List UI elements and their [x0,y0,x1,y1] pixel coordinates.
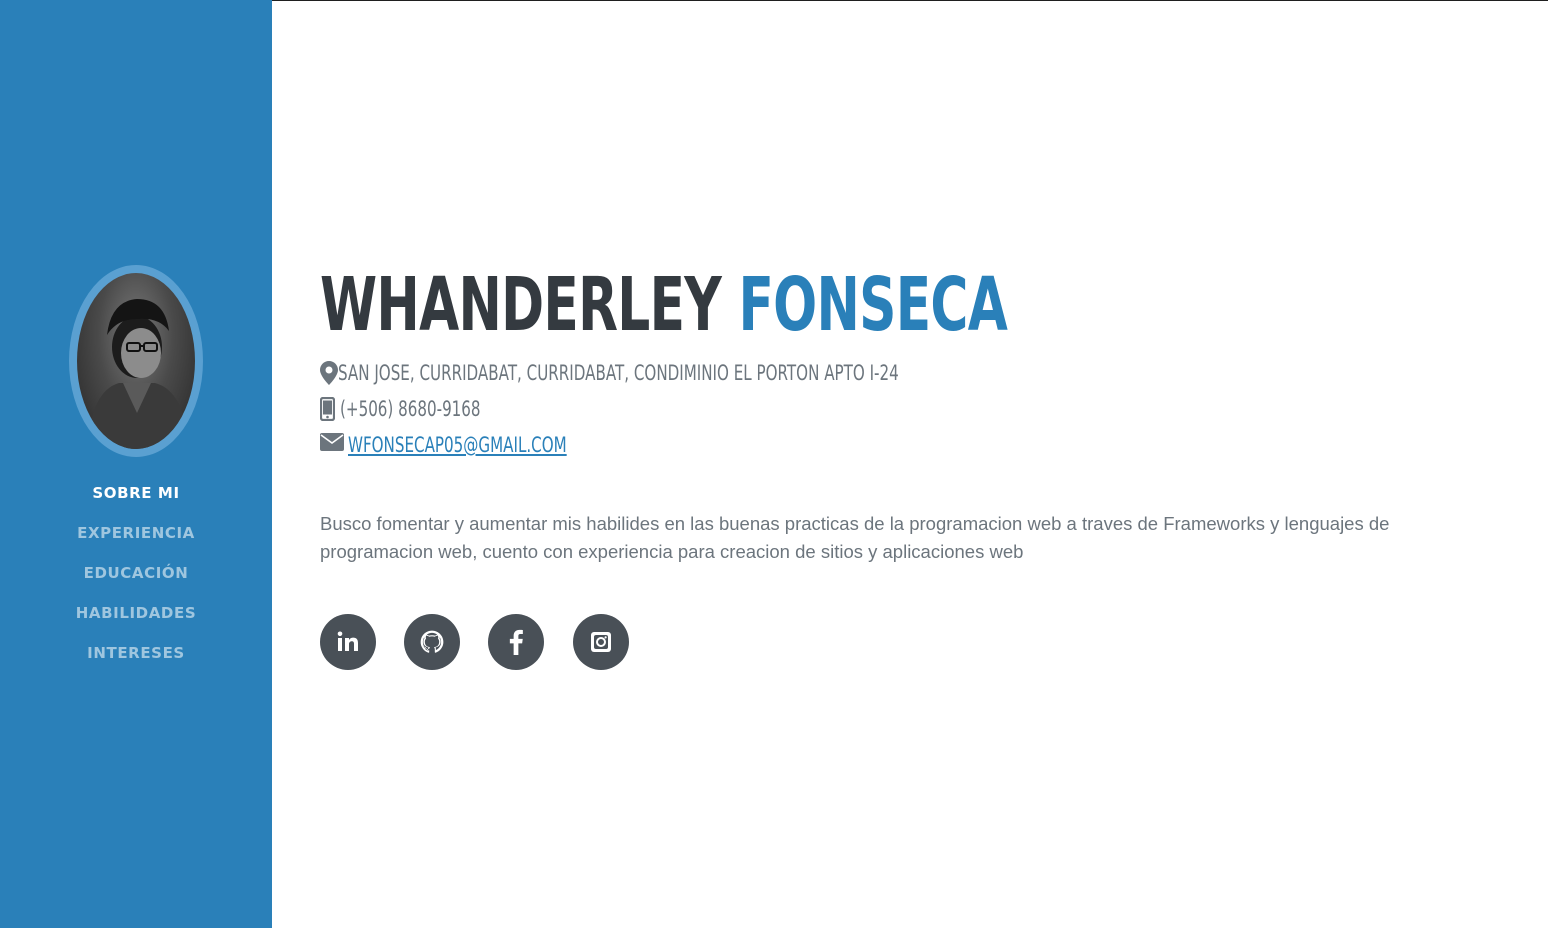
first-name: WHANDERLEY [320,262,722,348]
github-button[interactable] [404,614,460,670]
nav-item-educacion: EDUCACIÓN [0,560,272,600]
nav-link-sobre-mi[interactable]: SOBRE MI [92,484,179,502]
email-row: WFONSECAP05@GMAIL.COM [320,430,652,460]
nav-link-educacion[interactable]: EDUCACIÓN [84,564,189,582]
instagram-button[interactable] [573,614,629,670]
nav-link-intereses[interactable]: INTERESES [87,644,185,662]
sidebar: SOBRE MI EXPERIENCIA EDUCACIÓN HABILIDAD… [0,0,272,928]
nav-item-experiencia: EXPERIENCIA [0,520,272,560]
last-name: FONSECA [738,262,1008,348]
github-icon [420,630,444,653]
nav-item-intereses: INTERESES [0,640,272,680]
instagram-icon [591,632,611,652]
email-link[interactable]: WFONSECAP05@GMAIL.COM [348,433,567,457]
linkedin-icon [337,631,358,651]
summary-text: Busco fomentar y aumentar mis habilides … [320,513,1390,562]
facebook-button[interactable] [488,614,544,670]
nav-link-experiencia[interactable]: EXPERIENCIA [77,524,195,542]
address-row: SAN JOSE, CURRIDABAT, CURRIDABAT, CONDIM… [320,358,1117,388]
top-border [272,0,1548,1]
mobile-phone-icon [319,396,340,422]
nav-link-habilidades[interactable]: HABILIDADES [76,604,196,622]
envelope-icon [320,433,348,457]
address-text: SAN JOSE, CURRIDABAT, CURRIDABAT, CONDIM… [338,361,899,385]
profile-name: WHANDERLEY FONSECA [320,262,1008,348]
linkedin-button[interactable] [320,614,376,670]
avatar-photo [87,299,189,449]
phone-row: (+506) 8680-9168 [319,394,535,424]
sidebar-nav: SOBRE MI EXPERIENCIA EDUCACIÓN HABILIDAD… [0,480,272,680]
facebook-icon [509,629,523,655]
nav-item-sobre-mi: SOBRE MI [0,480,272,520]
page: SOBRE MI EXPERIENCIA EDUCACIÓN HABILIDAD… [0,0,1548,928]
nav-item-habilidades: HABILIDADES [0,600,272,640]
phone-text: (+506) 8680-9168 [340,397,481,421]
avatar [69,265,203,457]
